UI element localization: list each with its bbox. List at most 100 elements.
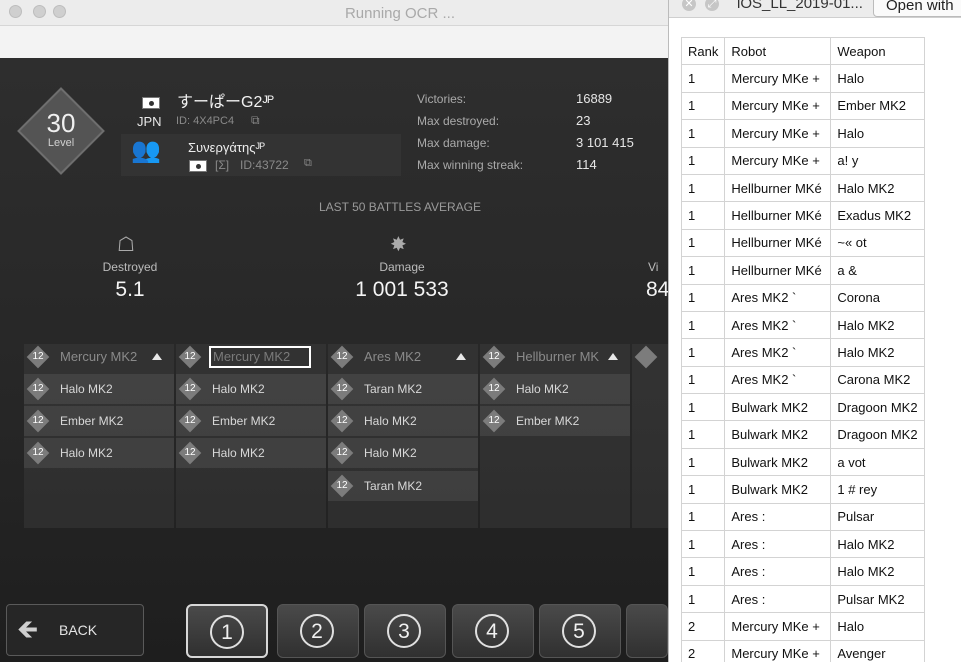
- weapon-level: 12: [32, 447, 44, 458]
- stat-label-max-damage: Max damage:: [417, 136, 490, 150]
- cell-rank: 2: [680, 639, 726, 662]
- damage-value: 1 001 533: [355, 278, 449, 301]
- table-row: 1 Ares : Halo MK2: [680, 530, 925, 559]
- cell-robot: Ares :: [724, 502, 832, 532]
- cell-weapon: 1 # rey: [830, 475, 925, 504]
- stat-label-max-winning-streak: Max winning streak:: [417, 158, 524, 172]
- table-row: 1 Ares MK2 ` Corona: [680, 283, 925, 312]
- page-number: 4: [475, 614, 509, 648]
- page-button-1[interactable]: 1: [186, 604, 268, 658]
- table-row: 1 Ares : Pulsar: [680, 502, 925, 532]
- weapon-row: 12 Halo MK2: [24, 374, 174, 404]
- player-level-label: Level: [47, 137, 75, 149]
- robot-card-5-partial[interactable]: [632, 344, 668, 528]
- cell-rank: 1: [680, 420, 726, 449]
- robot-card-4[interactable]: 12 Hellburner MK 12 Halo MK2 12 Ember MK…: [480, 344, 630, 528]
- cell-robot: Hellburner MKé: [724, 201, 832, 230]
- stat-value-max-damage: 3 101 415: [576, 135, 634, 150]
- weapon-name: Halo MK2: [60, 446, 113, 460]
- clan-box[interactable]: 👥 Συνεργάτηςᴶᴾ [Σ] ID:43722 ⧉: [121, 134, 401, 176]
- weapon-name: Ember MK2: [212, 414, 276, 428]
- table-header-row: Rank Robot Weapon: [680, 36, 925, 66]
- weapon-row: 12 Halo MK2: [176, 374, 326, 404]
- page-button-6-partial[interactable]: [626, 604, 668, 658]
- stat-label-victories: Victories:: [417, 92, 467, 106]
- collapse-triangle-icon[interactable]: [608, 353, 618, 360]
- weapon-level: 12: [32, 383, 44, 394]
- cell-robot: Mercury MKe +: [724, 146, 832, 175]
- weapon-name: Taran MK2: [364, 479, 423, 493]
- robot-name-highlight: Mercury MK2: [209, 346, 311, 368]
- stat-value-max-winning-streak: 114: [576, 157, 597, 172]
- cell-weapon: Pulsar MK2: [830, 584, 925, 614]
- weapon-row: 12 Halo MK2: [328, 438, 478, 468]
- cell-weapon: Corona: [830, 283, 925, 312]
- table-row: 1 Mercury MKe + Halo: [680, 64, 925, 93]
- cell-weapon: Halo MK2: [830, 338, 925, 367]
- destroyed-value: 5.1: [115, 278, 145, 301]
- table-row: 1 Ares MK2 ` Halo MK2: [680, 338, 925, 367]
- clan-tag: [Σ]: [215, 158, 230, 172]
- weapon-row: 12 Taran MK2: [328, 471, 478, 501]
- copy-id-icon[interactable]: ⧉: [251, 113, 260, 128]
- cell-rank: 1: [680, 557, 726, 586]
- page-number: 2: [300, 614, 334, 648]
- cell-robot: Bulwark MK2: [724, 447, 832, 477]
- damage-label: Damage: [379, 260, 425, 274]
- robot-card-2[interactable]: 12 Mercury MK2 12 Halo MK2 12 Ember MK2 …: [176, 344, 326, 528]
- header-rank: Rank: [680, 36, 726, 66]
- damage-icon: ✸: [390, 234, 407, 256]
- table-row: 1 Ares : Pulsar MK2: [680, 584, 925, 614]
- weapon-name: Halo MK2: [364, 414, 417, 428]
- cell-robot: Mercury MKe +: [724, 612, 832, 641]
- weapon-row: 12 Halo MK2: [176, 438, 326, 468]
- cell-rank: 1: [680, 119, 726, 148]
- cell-rank: 1: [680, 64, 726, 93]
- ocr-window-titlebar: ✕ ⤢ iOS_LL_2019-01... Open with: [669, 0, 961, 18]
- header-weapon: Weapon: [830, 36, 925, 66]
- robot-level-diamond-icon: [634, 345, 658, 369]
- cell-rank: 1: [680, 365, 726, 395]
- cell-robot: Ares MK2 `: [724, 338, 832, 367]
- back-button[interactable]: 🡸 BACK: [6, 604, 144, 656]
- page-button-2[interactable]: 2: [277, 604, 359, 658]
- window-toolbar: [0, 26, 668, 58]
- cell-rank: 1: [680, 256, 726, 285]
- close-icon[interactable]: ✕: [682, 0, 696, 11]
- cell-weapon: a! y: [830, 146, 925, 175]
- averages-title: LAST 50 BATTLES AVERAGE: [318, 200, 482, 214]
- weapon-level: 12: [336, 383, 348, 394]
- robot-level: 12: [488, 351, 500, 362]
- cell-weapon: Halo MK2: [830, 530, 925, 559]
- page-button-4[interactable]: 4: [452, 604, 534, 658]
- weapon-level: 12: [488, 415, 500, 426]
- weapon-name: Ember MK2: [60, 414, 124, 428]
- open-with-button[interactable]: Open with: [873, 0, 961, 17]
- robot-card-3[interactable]: 12 Ares MK2 12 Taran MK2 12 Halo MK2 12 …: [328, 344, 478, 528]
- table-row: 1 Ares MK2 ` Carona MK2: [680, 365, 925, 395]
- weapon-level: 12: [184, 415, 196, 426]
- page-number: 1: [210, 615, 244, 649]
- player-id: ID: 4X4PC4: [176, 115, 235, 127]
- cell-robot: Hellburner MKé: [724, 228, 832, 258]
- page-button-5[interactable]: 5: [539, 604, 621, 658]
- cell-weapon: Carona MK2: [830, 365, 925, 395]
- fullscreen-icon[interactable]: ⤢: [705, 0, 719, 11]
- level-badge: 30 Level: [17, 87, 105, 175]
- robot-name: Ares MK2: [364, 349, 422, 364]
- weapon-name: Ember MK2: [516, 414, 580, 428]
- window-title: Running OCR ...: [344, 5, 456, 22]
- weapon-name: Halo MK2: [212, 382, 265, 396]
- collapse-triangle-icon[interactable]: [152, 353, 162, 360]
- page-button-3[interactable]: 3: [364, 604, 446, 658]
- weapon-name: Taran MK2: [364, 382, 423, 396]
- robot-card-header: 12 Mercury MK2: [24, 344, 174, 370]
- table-row: 1 Mercury MKe + Ember MK2: [680, 91, 925, 121]
- table-row: 1 Bulwark MK2 1 # rey: [680, 475, 925, 504]
- cell-robot: Hellburner MKé: [724, 256, 832, 285]
- cell-rank: 1: [680, 310, 726, 340]
- copy-clan-id-icon[interactable]: ⧉: [304, 157, 312, 170]
- weapon-name: Halo MK2: [60, 382, 113, 396]
- robot-card-1[interactable]: 12 Mercury MK2 12 Halo MK2 12 Ember MK2 …: [24, 344, 174, 528]
- collapse-triangle-icon[interactable]: [456, 353, 466, 360]
